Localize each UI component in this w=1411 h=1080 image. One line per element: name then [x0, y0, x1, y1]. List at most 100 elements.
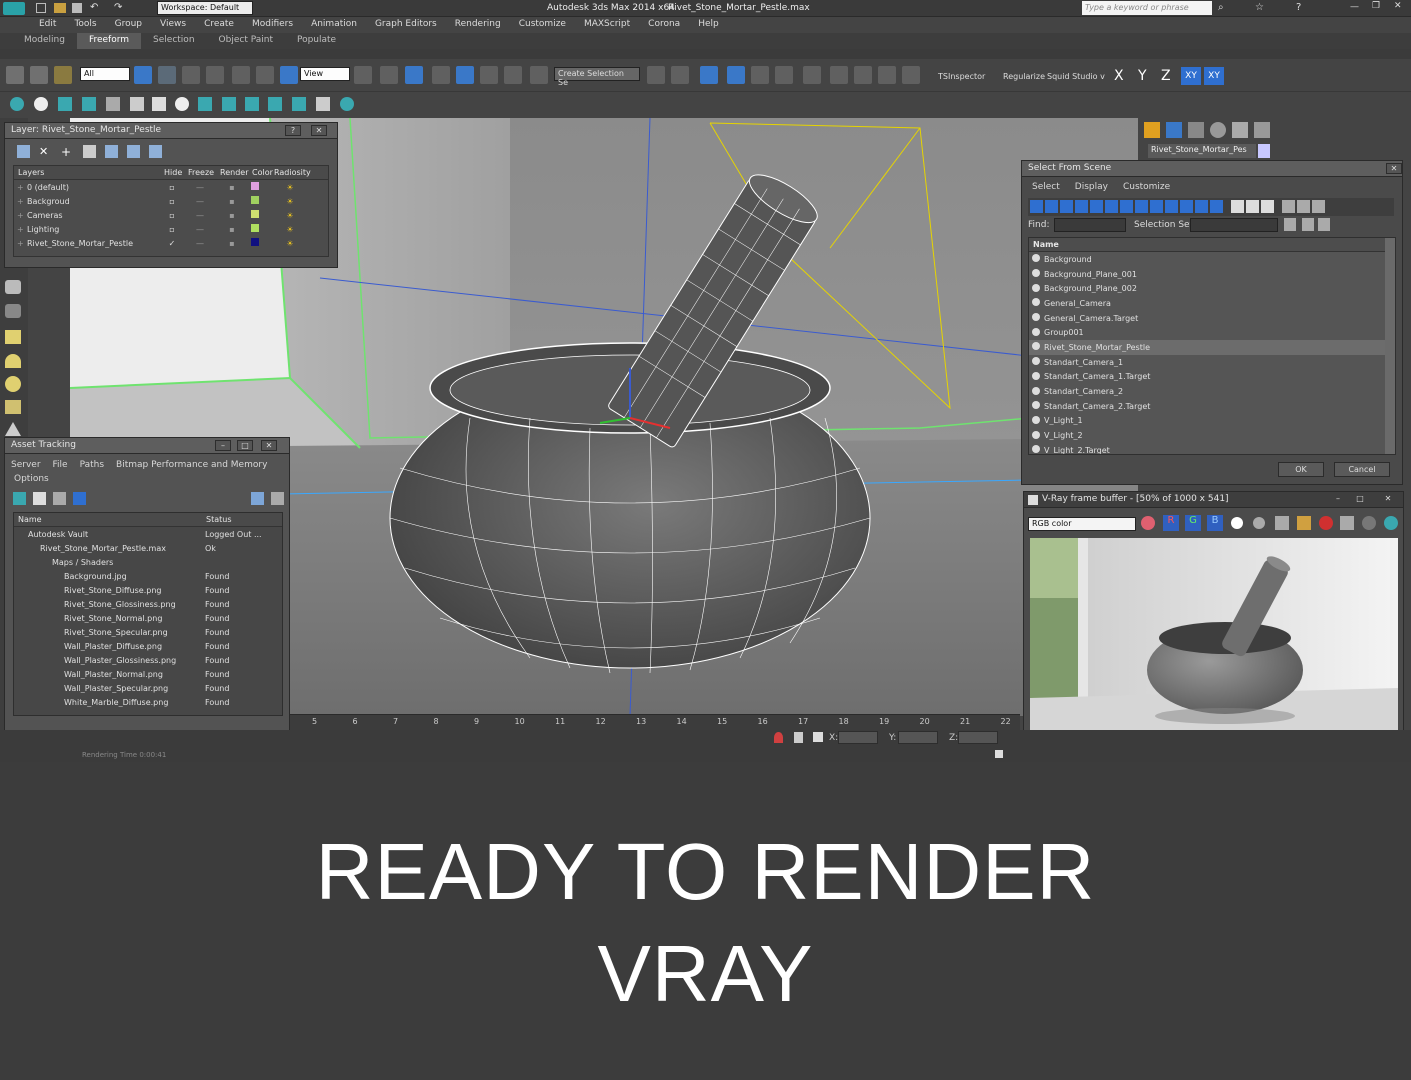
open-file-icon[interactable] — [54, 3, 66, 13]
object-name-field[interactable]: Rivet_Stone_Mortar_Pes — [1148, 144, 1256, 158]
render-teapot-icon[interactable] — [878, 66, 896, 84]
scene-object-row[interactable]: V_Light_1 — [1029, 414, 1395, 429]
scene-object-row[interactable]: Standart_Camera_1.Target — [1029, 370, 1395, 385]
asset-menu-item[interactable]: Paths — [80, 460, 104, 470]
selset-remove-icon[interactable] — [1302, 218, 1314, 231]
axis-z-button[interactable]: Z — [1161, 68, 1171, 84]
vfb-blue-button[interactable]: B — [1207, 515, 1223, 531]
link-icon[interactable] — [6, 66, 24, 84]
scene-object-row[interactable]: V_Light_2.Target — [1029, 443, 1395, 454]
create-layer-icon[interactable] — [17, 145, 30, 158]
menu-item[interactable]: Create — [195, 17, 243, 32]
maximize-icon[interactable]: ❐ — [1372, 1, 1380, 11]
radiosity-icon[interactable]: ☀ — [270, 225, 310, 234]
snaps-toggle-icon[interactable] — [432, 66, 450, 84]
selection-set-dropdown[interactable] — [1190, 218, 1278, 232]
layer-row[interactable]: + Lighting ▫ — ▪ ☀ — [14, 222, 328, 236]
light-bulb-icon[interactable] — [340, 97, 354, 111]
vfb-minimize-button[interactable]: – — [1330, 494, 1346, 505]
vray-sphere-icon[interactable] — [175, 97, 189, 111]
bind-spacewarp-icon[interactable] — [54, 66, 72, 84]
y-coord-field[interactable] — [898, 731, 938, 744]
scene-object-row[interactable]: V_Light_2 — [1029, 428, 1395, 443]
viewport-nav-icon[interactable] — [995, 750, 1003, 758]
vfb-save-icon[interactable] — [1275, 516, 1289, 530]
hide-toggle[interactable]: ▫ — [160, 225, 184, 234]
redo-icon[interactable]: ↷ — [114, 2, 122, 13]
freeze-toggle[interactable]: — — [184, 239, 216, 248]
selection-filter-dropdown[interactable]: All — [80, 67, 130, 81]
asset-close-button[interactable]: ✕ — [261, 440, 277, 451]
schematic-view-icon[interactable] — [775, 66, 793, 84]
manipulate-icon[interactable] — [380, 66, 398, 84]
filter-cameras-icon[interactable] — [1075, 200, 1088, 213]
asset-minimize-button[interactable]: – — [215, 440, 231, 451]
scene-object-row[interactable]: General_Camera — [1029, 296, 1395, 311]
display-tab-icon[interactable] — [1232, 122, 1248, 138]
ribbon-tab[interactable]: Selection — [141, 33, 206, 49]
expand-icon[interactable]: + — [14, 225, 24, 234]
vray-material-icon[interactable] — [292, 97, 306, 111]
select-object-icon[interactable] — [134, 66, 152, 84]
absolute-mode-icon[interactable] — [813, 732, 823, 742]
menu-item[interactable]: Animation — [302, 17, 366, 32]
asset-row[interactable]: Rivet_Stone_Diffuse.png Found — [14, 583, 282, 597]
object-color-swatch[interactable] — [1258, 144, 1270, 158]
vfb-mono-icon[interactable] — [1231, 517, 1243, 529]
rendered-frame-icon[interactable] — [854, 66, 872, 84]
asset-row[interactable]: Rivet_Stone_Normal.png Found — [14, 611, 282, 625]
asset-row[interactable]: White_Marble_Diffuse.png Found — [14, 695, 282, 709]
delete-layer-icon[interactable]: ✕ — [39, 145, 52, 158]
col-render[interactable]: Render — [216, 166, 248, 179]
freeze-toggle[interactable]: — — [184, 183, 216, 192]
layer-row[interactable]: +0 (default) ▫ — ▪ ☀ — [14, 180, 328, 194]
selset-add-icon[interactable] — [1284, 218, 1296, 231]
col-radiosity[interactable]: Radiosity — [270, 166, 311, 179]
freeze-toggle[interactable]: — — [184, 197, 216, 206]
vfb-region-icon[interactable] — [1340, 516, 1354, 530]
scene-list-scrollbar[interactable] — [1385, 238, 1395, 454]
expand-icon[interactable]: + — [14, 183, 24, 192]
ok-button[interactable]: OK — [1278, 462, 1324, 477]
list-view-icon[interactable] — [33, 492, 46, 505]
keyboard-shortcut-icon[interactable] — [405, 66, 423, 84]
highlight-layer-icon[interactable] — [105, 145, 118, 158]
hide-all-icon[interactable] — [127, 145, 140, 158]
undo-icon[interactable]: ↶ — [90, 2, 98, 13]
app-logo-icon[interactable] — [3, 2, 25, 15]
menu-item[interactable]: MAXScript — [575, 17, 639, 32]
teapot-icon[interactable] — [316, 97, 330, 111]
scene-object-row[interactable]: Standart_Camera_2 — [1029, 384, 1395, 399]
asset-row[interactable]: Wall_Plaster_Specular.png Found — [14, 681, 282, 695]
unlink-icon[interactable] — [30, 66, 48, 84]
scene-object-row[interactable]: Standart_Camera_1 — [1029, 355, 1395, 370]
binoculars-icon[interactable]: ⌕ — [1218, 2, 1224, 13]
asset-help-icon[interactable] — [251, 492, 264, 505]
filter-groups-icon[interactable] — [1120, 200, 1133, 213]
axis-xy-cycle-button[interactable]: XY — [1204, 67, 1224, 85]
box-icon[interactable] — [5, 330, 21, 344]
vray-sun-icon[interactable] — [34, 97, 48, 111]
scene-object-row[interactable]: Background — [1029, 252, 1395, 267]
scene-object-row[interactable]: Group001 — [1029, 325, 1395, 340]
radiosity-icon[interactable]: ☀ — [270, 211, 310, 220]
sphere-icon[interactable] — [5, 376, 21, 392]
ribbon-tab[interactable]: Modeling — [12, 33, 77, 49]
filter-xrefs-icon[interactable] — [1135, 200, 1148, 213]
menu-item[interactable]: Edit — [30, 17, 65, 32]
window-crossing-icon[interactable] — [206, 66, 224, 84]
radiosity-icon[interactable]: ☀ — [270, 183, 310, 192]
vfb-maximize-button[interactable]: □ — [1352, 494, 1368, 505]
vray-mesh-export-icon[interactable] — [222, 97, 236, 111]
cone-icon[interactable] — [5, 422, 21, 436]
menu-item[interactable]: Help — [689, 17, 728, 32]
layer-color-swatch[interactable] — [248, 210, 270, 220]
vray-light-icon[interactable] — [10, 97, 24, 111]
asset-row[interactable]: Rivet_Stone_Glossiness.png Found — [14, 597, 282, 611]
z-coord-field[interactable] — [958, 731, 998, 744]
new-file-icon[interactable] — [36, 3, 46, 13]
reference-coord-dropdown[interactable]: View — [300, 67, 350, 81]
menu-item[interactable]: Group — [106, 17, 151, 32]
layer-help-button[interactable]: ? — [285, 125, 301, 136]
select-by-name-icon[interactable] — [158, 66, 176, 84]
